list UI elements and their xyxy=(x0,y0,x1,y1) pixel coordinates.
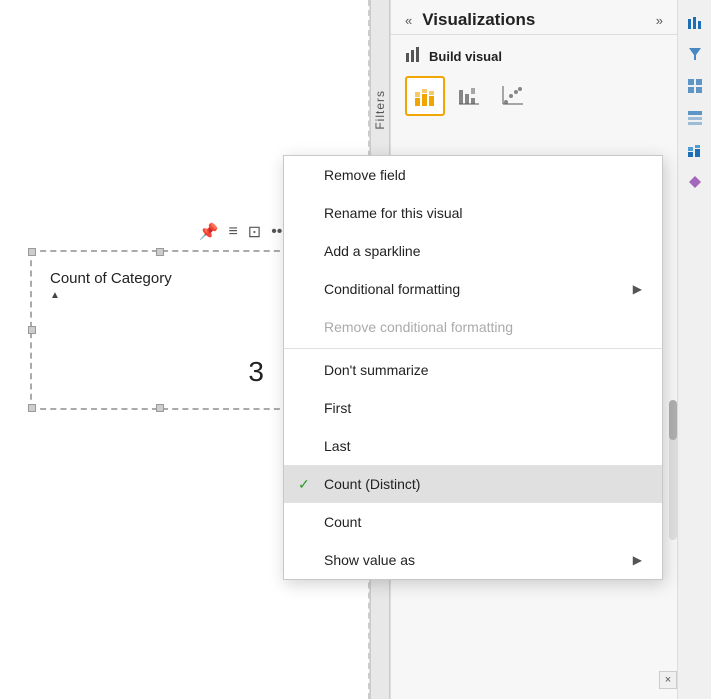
menu-item-first-label: First xyxy=(324,400,351,416)
filter-list-icon[interactable]: ≡ xyxy=(228,223,237,241)
vis-icon-stacked-bar[interactable] xyxy=(405,76,445,116)
menu-item-add-sparkline-label: Add a sparkline xyxy=(324,243,421,259)
menu-item-count-label: Count xyxy=(324,514,361,530)
vis-icon-scatter[interactable] xyxy=(493,76,533,116)
menu-item-rename-visual[interactable]: Rename for this visual xyxy=(284,194,662,232)
pin-icon[interactable]: 📌 xyxy=(199,222,219,242)
vis-icon-waterfall[interactable] xyxy=(449,76,489,116)
resize-handle-top[interactable] xyxy=(156,248,164,256)
sidebar-icon-bar[interactable] xyxy=(681,8,709,36)
panel-nav-left[interactable]: « xyxy=(405,13,412,28)
sidebar-icon-stacked[interactable] xyxy=(681,136,709,164)
visual-card-value: 3 xyxy=(248,356,264,388)
sidebar-icon-table[interactable] xyxy=(681,104,709,132)
filter-label: Filters xyxy=(373,90,387,130)
menu-item-rename-visual-label: Rename for this visual xyxy=(324,205,463,221)
resize-handle-bottom-left[interactable] xyxy=(28,404,36,412)
submenu-arrow-conditional: ▶ xyxy=(633,282,642,296)
sidebar-icon-funnel[interactable] xyxy=(681,40,709,68)
menu-item-conditional-formatting-label: Conditional formatting xyxy=(324,281,460,297)
menu-item-count[interactable]: Count xyxy=(284,503,662,541)
menu-item-remove-conditional-label: Remove conditional formatting xyxy=(324,319,513,335)
panel-title: Visualizations xyxy=(412,10,656,30)
resize-handle-left[interactable] xyxy=(28,326,36,334)
resize-handle-bottom[interactable] xyxy=(156,404,164,412)
menu-item-first[interactable]: First xyxy=(284,389,662,427)
panel-header: « Visualizations » xyxy=(391,0,677,35)
menu-item-show-value-as[interactable]: Show value as ▶ xyxy=(284,541,662,579)
check-icon: ✓ xyxy=(298,476,310,493)
scrollbar-thumb[interactable] xyxy=(669,400,677,440)
visual-card: 📌 ≡ ⊡ ••• Count of Category ▲ 3 xyxy=(30,250,290,410)
sidebar-icon-grid[interactable] xyxy=(681,72,709,100)
menu-item-last-label: Last xyxy=(324,438,350,454)
close-button[interactable]: × xyxy=(659,671,677,689)
menu-separator-1 xyxy=(284,348,662,349)
visual-card-title: Count of Category xyxy=(50,270,172,287)
visual-icons-row xyxy=(391,72,677,124)
menu-item-add-sparkline[interactable]: Add a sparkline xyxy=(284,232,662,270)
sort-indicator[interactable]: ▲ xyxy=(50,290,60,301)
scrollbar-track xyxy=(669,400,677,540)
menu-item-dont-summarize[interactable]: Don't summarize xyxy=(284,351,662,389)
menu-item-remove-field[interactable]: Remove field xyxy=(284,156,662,194)
sidebar-icon-diamond[interactable] xyxy=(681,168,709,196)
menu-item-remove-field-label: Remove field xyxy=(324,167,406,183)
bar-chart-tab-icon xyxy=(405,45,423,68)
menu-item-conditional-formatting[interactable]: Conditional formatting ▶ xyxy=(284,270,662,308)
visual-card-toolbar: 📌 ≡ ⊡ ••• xyxy=(199,222,288,242)
menu-item-last[interactable]: Last xyxy=(284,427,662,465)
build-visual-label: Build visual xyxy=(429,49,502,64)
menu-item-show-value-as-label: Show value as xyxy=(324,552,415,568)
context-menu: Remove field Rename for this visual Add … xyxy=(283,155,663,580)
menu-item-dont-summarize-label: Don't summarize xyxy=(324,362,429,378)
submenu-arrow-show-value: ▶ xyxy=(633,553,642,567)
resize-handle-top-left[interactable] xyxy=(28,248,36,256)
menu-item-remove-conditional: Remove conditional formatting xyxy=(284,308,662,346)
panel-nav-right[interactable]: » xyxy=(656,13,663,28)
right-sidebar-icons xyxy=(677,0,711,699)
expand-icon[interactable]: ⊡ xyxy=(248,222,261,242)
panel-tab-build-visual[interactable]: Build visual xyxy=(391,35,677,72)
menu-item-count-distinct-label: Count (Distinct) xyxy=(324,476,420,492)
menu-item-count-distinct[interactable]: ✓ Count (Distinct) xyxy=(284,465,662,503)
